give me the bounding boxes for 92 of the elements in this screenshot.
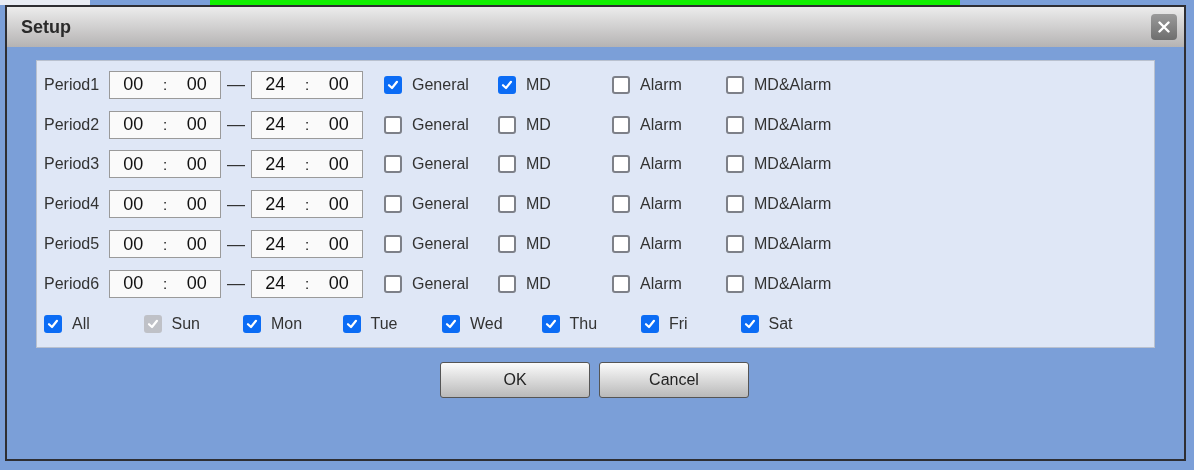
checkbox-label: Alarm [640, 235, 682, 254]
checkbox[interactable] [384, 155, 402, 174]
close-icon [1158, 21, 1170, 33]
checkbox-label: General [412, 274, 469, 293]
period-label: Period2 [44, 115, 101, 134]
checkbox-label: MD&Alarm [754, 235, 832, 254]
range-dash: — [226, 74, 246, 96]
checkbox-label: Fri [669, 314, 688, 333]
time-field[interactable]: 24 : 00 [251, 150, 363, 179]
checkbox-label: Sun [171, 314, 200, 333]
checkbox-label: General [412, 155, 469, 174]
checkbox[interactable] [498, 155, 516, 174]
range-dash: — [226, 114, 246, 136]
close-button[interactable] [1151, 14, 1177, 40]
time-field[interactable]: 00 : 00 [109, 269, 221, 298]
checkbox-label: MD&Alarm [754, 75, 832, 94]
time-field[interactable]: 24 : 00 [251, 110, 363, 139]
period-label: Period3 [44, 155, 101, 174]
checkbox[interactable] [44, 314, 62, 333]
range-dash: — [226, 193, 246, 215]
checkbox-label: General [412, 195, 469, 214]
window-title: Setup [21, 16, 71, 38]
checkbox[interactable] [442, 314, 460, 333]
ok-button[interactable]: OK [440, 362, 590, 398]
checkbox[interactable] [498, 115, 516, 134]
checkbox-label: MD [526, 75, 551, 94]
checkbox-label: Alarm [640, 274, 682, 293]
checkbox-label: General [412, 235, 469, 254]
checkbox[interactable] [612, 155, 630, 174]
time-field[interactable]: 00 : 00 [109, 230, 221, 259]
checkbox[interactable] [498, 235, 516, 254]
checkbox-label: MD [526, 115, 551, 134]
checkbox-label: Tue [370, 314, 398, 333]
period-label: Period5 [44, 235, 101, 254]
time-field[interactable]: 00 : 00 [109, 70, 221, 99]
checkbox-label: Alarm [640, 155, 682, 174]
time-field[interactable]: 00 : 00 [109, 150, 221, 179]
time-field[interactable]: 24 : 00 [251, 70, 363, 99]
checkbox[interactable] [726, 195, 744, 214]
checkbox-label: Mon [271, 314, 303, 333]
checkbox[interactable] [726, 75, 744, 94]
checkbox-label: MD&Alarm [754, 195, 832, 214]
checkbox-label: Wed [470, 314, 503, 333]
checkbox[interactable] [342, 314, 361, 333]
checkbox-label: MD [526, 274, 551, 293]
checkbox-label: General [412, 115, 469, 134]
checkbox[interactable] [612, 274, 630, 293]
checkbox[interactable] [726, 235, 744, 254]
checkbox[interactable] [726, 155, 744, 174]
checkbox[interactable] [498, 75, 516, 94]
checkbox-label: MD&Alarm [754, 155, 832, 174]
checkbox[interactable] [498, 274, 516, 293]
checkbox[interactable] [243, 314, 261, 333]
checkbox[interactable] [384, 195, 402, 214]
checkbox-label: MD&Alarm [754, 274, 832, 293]
checkbox[interactable] [541, 314, 560, 333]
checkbox-label: General [412, 75, 469, 94]
cancel-button[interactable]: Cancel [599, 362, 749, 398]
checkbox-label: MD&Alarm [754, 115, 832, 134]
checkbox-label: MD [526, 235, 551, 254]
checkbox[interactable] [641, 314, 659, 333]
time-field[interactable]: 00 : 00 [109, 110, 221, 139]
checkbox[interactable] [384, 274, 402, 293]
time-field[interactable]: 24 : 00 [251, 269, 363, 298]
checkbox-label: MD [526, 155, 551, 174]
checkbox-label: Alarm [640, 195, 682, 214]
checkbox-label: All [72, 314, 90, 333]
time-field[interactable]: 00 : 00 [109, 190, 221, 219]
checkbox[interactable] [726, 115, 744, 134]
checkbox[interactable] [384, 235, 402, 254]
range-dash: — [226, 233, 246, 255]
period-label: Period4 [44, 195, 101, 214]
checkbox[interactable] [612, 115, 630, 134]
checkbox[interactable] [612, 195, 630, 214]
time-field[interactable]: 24 : 00 [251, 230, 363, 259]
time-field[interactable]: 24 : 00 [251, 190, 363, 219]
checkbox-label: Thu [569, 314, 598, 333]
checkbox[interactable] [740, 314, 759, 333]
checkbox-label: MD [526, 195, 551, 214]
period-label: Period1 [44, 75, 101, 94]
checkbox[interactable] [612, 75, 630, 94]
range-dash: — [226, 154, 246, 175]
checkbox[interactable] [612, 235, 630, 254]
period-label: Period6 [44, 274, 101, 293]
checkbox[interactable] [498, 195, 516, 214]
checkbox-label: Alarm [640, 115, 682, 134]
checkbox[interactable] [384, 75, 402, 94]
checkbox[interactable] [384, 115, 402, 134]
range-dash: — [226, 273, 246, 295]
checkbox-label: Sat [768, 314, 793, 333]
checkbox-label: Alarm [640, 75, 682, 94]
checkbox[interactable] [726, 274, 744, 293]
